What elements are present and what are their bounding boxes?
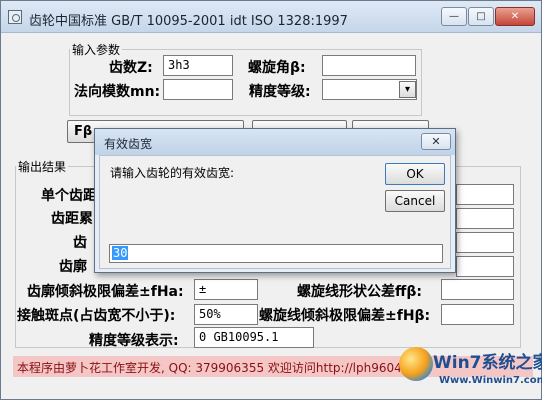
accuracy-grade-label: 精度等级: xyxy=(249,84,311,100)
main-window: 齿轮中国标准 GB/T 10095-2001 idt ISO 1328:1997… xyxy=(0,0,542,400)
profile-slope-label: 齿廓倾斜极限偏差±fHa: xyxy=(27,284,184,300)
tooth-label: 齿 xyxy=(73,235,87,251)
maximize-button[interactable]: □ xyxy=(468,7,494,26)
close-button[interactable]: ✕ xyxy=(495,7,535,26)
fb-button-label: Fβ xyxy=(74,124,93,139)
tooth-value xyxy=(456,232,514,253)
cumulative-pitch-value xyxy=(456,208,514,229)
dialog-close-button[interactable]: ✕ xyxy=(421,133,451,150)
teeth-input[interactable]: 3h3 xyxy=(163,55,233,76)
helix-slope-value xyxy=(441,304,514,325)
profile-label: 齿廓 xyxy=(59,259,87,275)
helix-angle-input[interactable] xyxy=(322,55,416,76)
window-title: 齿轮中国标准 GB/T 10095-2001 idt ISO 1328:1997 xyxy=(29,14,348,29)
output-results-legend: 输出结果 xyxy=(18,160,67,174)
profile-value xyxy=(456,256,514,277)
dialog-body: 请输入齿轮的有效齿宽: OK Cancel 30 xyxy=(99,155,451,269)
watermark-logo-icon xyxy=(399,347,433,381)
ok-button[interactable]: OK xyxy=(385,163,445,185)
title-bar: 齿轮中国标准 GB/T 10095-2001 idt ISO 1328:1997… xyxy=(1,1,541,33)
minimize-button[interactable]: — xyxy=(441,7,467,26)
chevron-down-icon[interactable]: ▾ xyxy=(399,81,416,98)
dialog-title: 有效齿宽 xyxy=(104,137,153,151)
grade-display-value: 0 GB10095.1 xyxy=(194,327,314,348)
watermark-url: Www.Winwin7.com xyxy=(439,375,542,386)
single-pitch-label: 单个齿距 xyxy=(41,188,97,204)
profile-slope-value: ± xyxy=(194,279,258,300)
dialog-prompt: 请输入齿轮的有效齿宽: xyxy=(110,166,235,180)
helix-form-label: 螺旋线形状公差ffβ: xyxy=(297,284,422,300)
contact-pattern-value: 50% xyxy=(194,304,258,325)
helix-form-value xyxy=(441,279,514,300)
grade-display-label: 精度等级表示: xyxy=(89,333,179,349)
contact-pattern-label: 接触斑点(占齿宽不小于): xyxy=(17,308,176,324)
footer-text: 本程序由萝卜花工作室开发, QQ: 379906355 欢迎访问http://l… xyxy=(17,361,426,375)
cancel-button[interactable]: Cancel xyxy=(385,190,445,212)
input-params-legend: 输入参数 xyxy=(72,43,121,57)
helix-angle-label: 螺旋角β: xyxy=(248,60,306,76)
face-width-input-text: 30 xyxy=(112,246,129,260)
gear-app-icon xyxy=(8,10,22,24)
normal-module-label: 法向模数mn: xyxy=(74,84,161,100)
normal-module-input[interactable] xyxy=(163,79,233,100)
dialog-title-bar: 有效齿宽 ✕ xyxy=(95,129,455,155)
single-pitch-value xyxy=(456,184,514,205)
helix-slope-label: 螺旋线倾斜极限偏差±fHβ: xyxy=(259,308,431,324)
watermark-brand: Win7系统之家 xyxy=(433,353,542,373)
face-width-input[interactable]: 30 xyxy=(109,244,443,263)
cumulative-pitch-label: 齿距累 xyxy=(51,211,93,227)
face-width-dialog: 有效齿宽 ✕ 请输入齿轮的有效齿宽: OK Cancel 30 xyxy=(94,128,456,273)
teeth-label: 齿数Z: xyxy=(109,60,153,76)
